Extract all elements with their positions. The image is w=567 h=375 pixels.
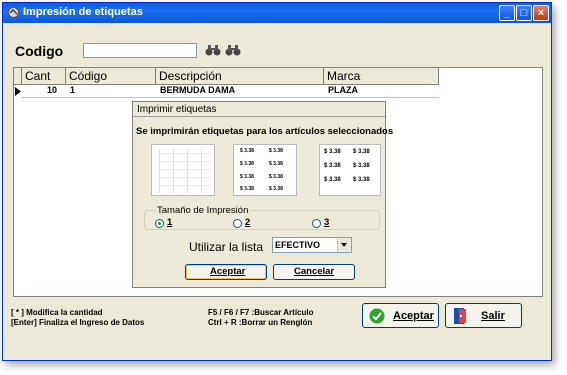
binoculars-icon[interactable] <box>205 43 221 57</box>
label-price: $ 3.38 <box>353 149 370 155</box>
price-list-label: Utilizar la lista <box>189 240 264 254</box>
dialog-cancel-label: Cancelar <box>294 266 335 277</box>
label-price: $ 3.38 <box>324 149 341 155</box>
label-price: $ 3.38 <box>324 177 341 183</box>
dialog-title[interactable]: Imprimir etiquetas <box>133 102 385 117</box>
dialog-message: Se imprimirán etiquetas para los artícul… <box>136 126 394 137</box>
dialog-cancel-button[interactable]: Cancelar <box>273 264 355 280</box>
size-2-radio[interactable] <box>233 219 242 228</box>
label-price: $ 3.38 <box>353 163 370 169</box>
label-price: $ 3.38 <box>269 174 283 180</box>
price-list-value: EFECTIVO <box>275 240 321 250</box>
status-finish-entry: [Enter] Finaliza el Ingreso de Datos <box>11 318 145 327</box>
label-price: $ 3.38 <box>269 186 283 192</box>
label-price: $ 3.38 <box>269 148 283 154</box>
chevron-down-icon[interactable] <box>337 238 351 252</box>
maximize-button[interactable]: □ <box>516 5 532 21</box>
label-price: $ 3.38 <box>353 177 370 183</box>
label-price: $ 3.38 <box>240 161 254 167</box>
codigo-input[interactable] <box>83 43 197 58</box>
exit-button-label: Salir <box>481 310 505 322</box>
dialog-accept-button[interactable]: Aceptar <box>185 264 267 280</box>
label-price: $ 3.38 <box>240 148 254 154</box>
print-size-label: Tamaño de Impresión <box>155 205 251 216</box>
size-2-label[interactable]: 2 <box>245 217 250 228</box>
window-title: Impresión de etiquetas <box>23 6 143 18</box>
codigo-label: Codigo <box>15 43 64 59</box>
size-3-label[interactable]: 3 <box>324 217 329 228</box>
status-modify-qty: [ * ] Modifica la cantidad <box>11 308 103 317</box>
header-filler <box>439 68 542 85</box>
dialog-accept-label: Aceptar <box>210 266 246 277</box>
label-price: $ 3.38 <box>324 163 341 169</box>
row-pointer-icon <box>15 87 21 96</box>
close-button[interactable]: × <box>533 5 549 21</box>
size-3-radio[interactable] <box>312 219 321 228</box>
size-1-radio[interactable] <box>155 219 164 228</box>
size-1-label[interactable]: 1 <box>167 217 172 228</box>
row-divider <box>22 97 439 98</box>
price-list-select[interactable]: EFECTIVO <box>272 237 352 253</box>
app-window: Impresión de etiquetas _ □ × Codigo Cant… <box>2 2 552 361</box>
label-size-3-preview: $ 3.38 $ 3.38 $ 3.38 $ 3.38 $ 3.38 $ 3.3… <box>319 144 381 196</box>
status-search-article: F5 / F6 / F7 :Buscar Artículo <box>208 308 314 317</box>
label-price: $ 3.38 <box>240 174 254 180</box>
label-size-1-preview <box>151 144 215 196</box>
column-header-codigo[interactable]: Código <box>66 68 156 85</box>
row-indicator-header <box>14 68 22 85</box>
items-table[interactable]: Cant Código Descripción Marca 10 1 BERMU… <box>13 67 543 297</box>
exit-button[interactable]: Salir <box>445 303 522 328</box>
binoculars-icon[interactable] <box>225 43 241 57</box>
title-bar[interactable]: Impresión de etiquetas _ □ × <box>3 3 551 23</box>
checkmark-icon <box>369 308 385 324</box>
exit-door-icon <box>454 308 466 324</box>
accept-button-label: Aceptar <box>393 310 434 322</box>
label-price: $ 3.38 <box>240 186 254 192</box>
accept-button[interactable]: Aceptar <box>362 303 439 328</box>
label-price: $ 3.38 <box>269 161 283 167</box>
status-delete-row: Ctrl + R :Borrar un Renglón <box>208 318 313 327</box>
label-size-2-preview: $ 3.38 $ 3.38 $ 3.38 $ 3.38 $ 3.38 $ 3.3… <box>233 144 297 196</box>
print-labels-dialog: Imprimir etiquetas Se imprimirán etiquet… <box>132 101 393 288</box>
minimize-button[interactable]: _ <box>499 5 515 21</box>
column-header-marca[interactable]: Marca <box>324 68 439 85</box>
column-header-descripcion[interactable]: Descripción <box>156 68 324 85</box>
app-icon <box>8 7 19 18</box>
column-header-cant[interactable]: Cant <box>22 68 66 85</box>
